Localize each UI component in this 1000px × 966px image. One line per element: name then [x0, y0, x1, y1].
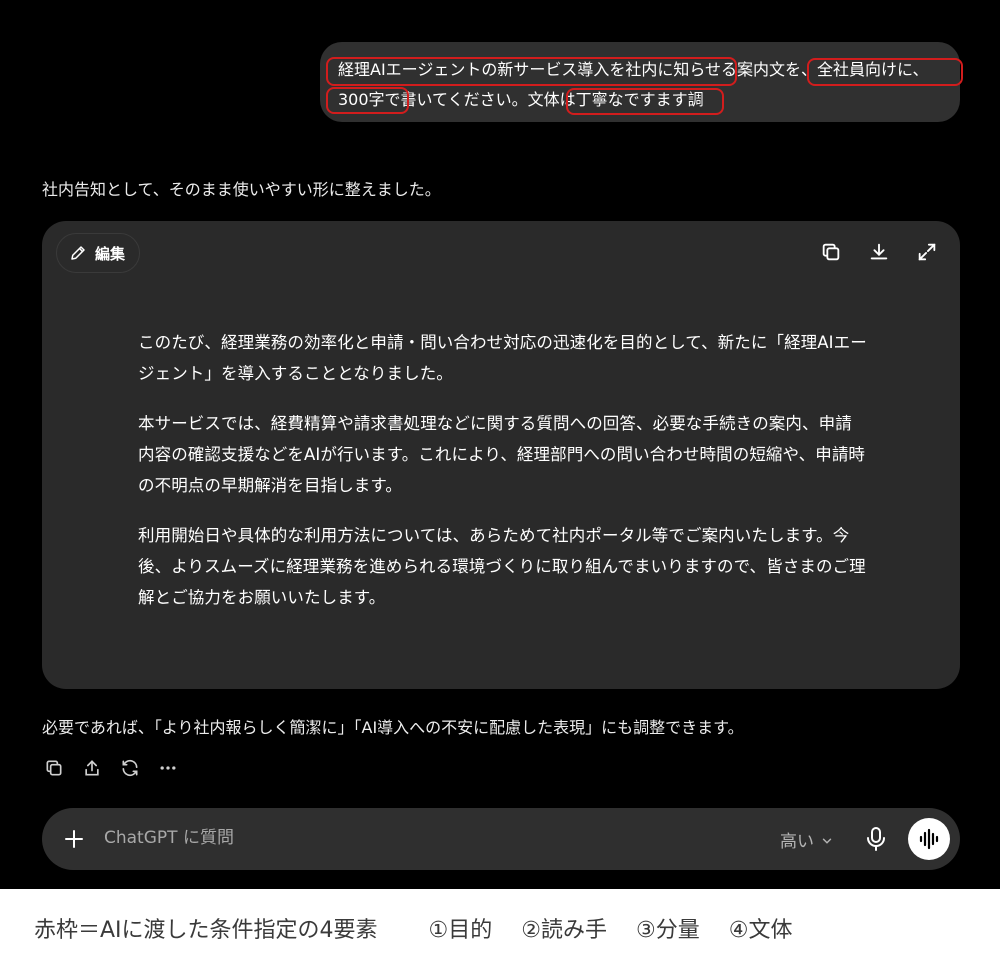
caption-item-purpose: ①目的 — [428, 918, 493, 943]
more-icon[interactable] — [158, 758, 178, 778]
document-card: 編集 このたび、経理業務の効率化と申請・問い合わせ対応の迅速化を目的として、新た… — [42, 221, 960, 689]
composer: 高い — [42, 808, 960, 870]
download-icon[interactable] — [868, 241, 890, 263]
document-paragraph: 利用開始日や具体的な利用方法については、あらためて社内ポータル等でご案内いたしま… — [138, 526, 866, 607]
card-toolbar — [820, 241, 938, 263]
caption-main: 赤枠＝AIに渡した条件指定の4要素 — [34, 918, 378, 943]
edit-button[interactable]: 編集 — [56, 233, 141, 273]
caption-item-style: ④文体 — [728, 918, 793, 943]
voice-waveform-icon — [917, 827, 941, 851]
chat-window: 経理AIエージェントの新サービス導入を社内に知らせる案内文を、全社員向けに、 3… — [0, 0, 1000, 889]
copy-icon[interactable] — [44, 758, 64, 778]
voice-mode-button[interactable] — [908, 818, 950, 860]
pencil-icon — [69, 244, 87, 262]
mic-icon[interactable] — [864, 826, 888, 852]
regenerate-icon[interactable] — [120, 758, 140, 778]
plus-icon[interactable] — [62, 827, 86, 851]
model-select-label: 高い — [780, 832, 814, 852]
chevron-down-icon — [820, 833, 834, 847]
assistant-intro: 社内告知として、そのまま使いやすい形に整えました。 — [42, 180, 441, 199]
caption-item-audience: ②読み手 — [521, 918, 608, 943]
share-icon[interactable] — [82, 758, 102, 778]
user-message-line-2: 300字で書いてください。文体は丁寧なですます調 — [338, 90, 704, 109]
document-paragraph: このたび、経理業務の効率化と申請・問い合わせ対応の迅速化を目的として、新たに「経… — [138, 333, 867, 383]
document-paragraph: 本サービスでは、経費精算や請求書処理などに関する質問への回答、必要な手続きの案内… — [138, 414, 866, 495]
message-actions — [44, 758, 178, 778]
user-message-bubble: 経理AIエージェントの新サービス導入を社内に知らせる案内文を、全社員向けに、 3… — [320, 42, 960, 122]
composer-input[interactable] — [104, 828, 664, 848]
caption: 赤枠＝AIに渡した条件指定の4要素 ①目的 ②読み手 ③分量 ④文体 — [34, 912, 814, 944]
copy-icon[interactable] — [820, 241, 842, 263]
assistant-followup: 必要であれば、「より社内報らしく簡潔に」「AI導入への不安に配慮した表現」にも調… — [42, 718, 744, 737]
document-body: このたび、経理業務の効率化と申請・問い合わせ対応の迅速化を目的として、新たに「経… — [138, 327, 868, 632]
caption-item-length: ③分量 — [636, 918, 700, 943]
user-message-line-1: 経理AIエージェントの新サービス導入を社内に知らせる案内文を、全社員向けに、 — [338, 60, 929, 79]
expand-icon[interactable] — [916, 241, 938, 263]
edit-button-label: 編集 — [95, 244, 126, 263]
model-select[interactable]: 高い — [780, 827, 834, 852]
